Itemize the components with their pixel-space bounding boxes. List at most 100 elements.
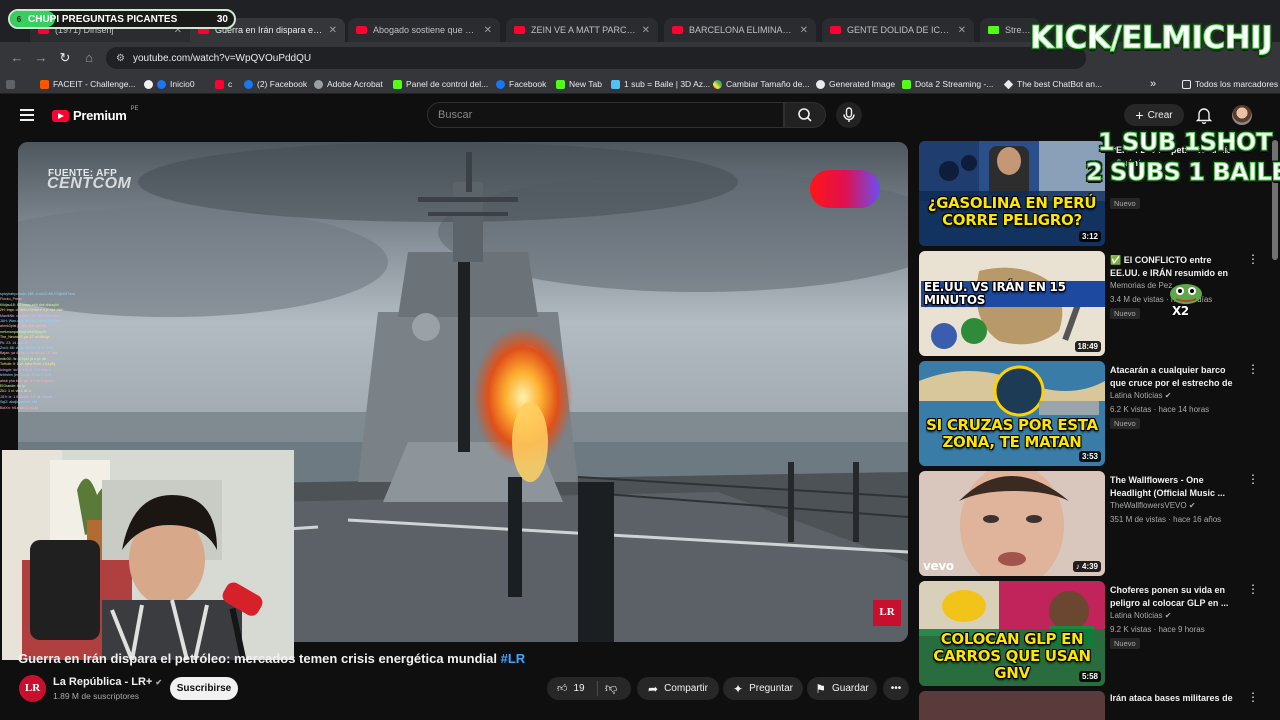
ask-button[interactable]: ✦ Preguntar <box>723 677 803 700</box>
recommended-video[interactable]: SI CRUZAS POR ESTA ZONA, TE MATAN 3:53 A… <box>919 361 1264 467</box>
video-title[interactable]: Atacarán a cualquier barco que cruce por… <box>1110 364 1240 391</box>
pepe-emote-icon <box>1170 284 1202 304</box>
close-tab-icon[interactable]: ✕ <box>642 25 650 36</box>
close-tab-icon[interactable]: ✕ <box>329 25 337 36</box>
notifications-bell-icon[interactable] <box>1195 106 1213 124</box>
url-text: youtube.com/watch?v=WpQVOuPddQU <box>132 52 312 64</box>
all-bookmarks-folder[interactable]: Todos los marcadores <box>1182 77 1278 91</box>
channel-name[interactable]: Latina Noticias ✔ <box>1110 611 1171 620</box>
home-icon[interactable]: ⌂ <box>80 49 98 67</box>
like-button[interactable]: 👍︎ 19 <box>557 677 585 700</box>
forward-icon[interactable]: → <box>32 49 50 67</box>
bookmark-item[interactable]: Adobe Acrobat <box>314 77 383 91</box>
video-thumbnail[interactable]: EE.UU. VS IRÁN EN 15 MINUTOS 18:49 <box>919 251 1105 356</box>
dislike-button[interactable]: 👎︎ <box>605 677 617 700</box>
like-dislike-group: 👍︎ 19 👎︎ <box>547 677 631 700</box>
more-options-icon[interactable]: ⋮ <box>1247 363 1259 375</box>
create-button[interactable]: + Crear <box>1124 104 1184 126</box>
video-title[interactable]: ✅ El CONFLICTO entre EE.UU. e IRÁN resum… <box>1110 254 1240 281</box>
avatar[interactable] <box>1232 105 1252 125</box>
site-info-icon[interactable]: ⚙ <box>116 53 125 64</box>
close-tab-icon[interactable]: ✕ <box>484 25 492 36</box>
search-input[interactable]: Buscar <box>427 102 784 128</box>
hamburger-menu-icon[interactable] <box>20 109 34 121</box>
thumbnail-text: ¿GASOLINA EN PERÚ CORRE PELIGRO? <box>927 194 1097 229</box>
video-thumbnail[interactable]: COLOCAN GLP EN CARROS QUE USAN GNV 5:58 <box>919 581 1105 686</box>
bookmark-label: New Tab <box>569 79 602 89</box>
bookmark-label: Facebook <box>509 79 547 89</box>
browser-tab[interactable]: Abogado sostiene que expresión ✕ <box>348 18 500 42</box>
bookmark-item[interactable]: Generated Image <box>816 77 895 91</box>
browser-tab[interactable]: GENTE DOLIDA DE ICE POSEÍDA ✕ <box>822 18 974 42</box>
bookmark-item[interactable]: The best ChatBot an... <box>1003 77 1102 91</box>
bookmark-item[interactable]: Facebook <box>496 77 546 91</box>
recommended-video[interactable]: ¿GASOLINA EN PERÚ CORRE PELIGRO? 3:12 PE… <box>919 141 1264 247</box>
kick-icon <box>988 26 999 34</box>
channel-name[interactable]: Memorias de Pez <box>1110 281 1172 290</box>
search-button[interactable] <box>784 102 826 128</box>
channel-name[interactable]: Latina Noticias ✔ <box>1110 391 1171 400</box>
url-bar[interactable]: ⚙ youtube.com/watch?v=WpQVOuPddQU <box>106 47 1086 69</box>
verified-icon: ✔ <box>155 678 163 687</box>
create-label: Crear <box>1147 109 1173 121</box>
recommended-video[interactable]: Irán ataca bases militares de ⋮ <box>919 691 1264 720</box>
recommended-video[interactable]: COLOCAN GLP EN CARROS QUE USAN GNV 5:58 … <box>919 581 1264 687</box>
new-badge: Nuevo <box>1110 308 1140 319</box>
browser-tab[interactable]: ZEIN VE A MATT PARCHANDO ✕ <box>506 18 658 42</box>
bookmark-item[interactable]: (2) Facebook <box>244 77 307 91</box>
recommended-video[interactable]: EE.UU. VS IRÁN EN 15 MINUTOS 18:49 ✅ El … <box>919 251 1264 357</box>
bookmark-item[interactable]: New Tab <box>556 77 602 91</box>
browser-tab[interactable]: BARCELONA ELIMINADO CON ✕ <box>664 18 816 42</box>
bookmark-item[interactable]: c <box>215 77 232 91</box>
bookmark-item[interactable]: 1 sub = Baile | 3D Az... <box>611 77 710 91</box>
bookmarks-bar: FACEIT - Challenge... Inicio0 c (2) Face… <box>0 74 1280 94</box>
more-options-icon[interactable]: ⋮ <box>1247 473 1259 485</box>
channel-name-text: La República - LR+ <box>53 676 153 688</box>
verified-icon: ✔ <box>1164 611 1172 620</box>
more-options-icon[interactable]: ⋮ <box>1247 691 1259 703</box>
bookmark-label: c <box>228 79 233 89</box>
emote-count: X2 <box>1172 304 1189 318</box>
reload-icon[interactable]: ↻ <box>56 49 74 67</box>
streamer-webcam-image <box>2 450 294 660</box>
back-icon[interactable]: ← <box>8 49 26 67</box>
bookmark-icon: ⚑ <box>815 681 827 696</box>
channel-name-text: TheWallflowersVEVO <box>1110 501 1187 510</box>
recommended-video[interactable]: vevo ♪ 4:39 The Wallflowers - One Headli… <box>919 471 1264 577</box>
video-meta: 351 M de vistas · hace 16 años <box>1110 515 1222 524</box>
bookmark-item[interactable]: FACEIT - Challenge... <box>40 77 136 91</box>
bookmarks-apps-icon[interactable] <box>6 77 15 91</box>
more-bookmarks-icon[interactable]: » <box>1150 77 1156 91</box>
video-title[interactable]: The Wallflowers - One Headlight (Officia… <box>1110 474 1240 500</box>
thumbnail-text: COLOCAN GLP EN CARROS QUE USAN GNV <box>933 630 1091 682</box>
more-actions-button[interactable]: ••• <box>883 677 909 700</box>
save-button[interactable]: ⚑ Guardar <box>807 677 877 700</box>
verified-icon: ✔ <box>1188 501 1196 510</box>
video-title[interactable]: Choferes ponen su vida en peligro al col… <box>1110 584 1240 610</box>
video-meta: 6.2 K vistas · hace 14 horas <box>1110 405 1210 414</box>
video-thumbnail[interactable]: vevo ♪ 4:39 <box>919 471 1105 576</box>
share-button[interactable]: ➦ Compartir <box>637 677 719 700</box>
video-thumbnail[interactable] <box>919 691 1105 720</box>
webcam-overlay <box>2 450 294 660</box>
video-hashtag-link[interactable]: #LR <box>501 651 526 666</box>
video-duration: 3:53 <box>1078 451 1101 462</box>
more-options-icon[interactable]: ⋮ <box>1247 583 1259 595</box>
channel-name[interactable]: TheWallflowersVEVO ✔ <box>1110 501 1196 510</box>
bookmark-item[interactable]: Cambiar Tamaño de... <box>713 77 809 91</box>
close-tab-icon[interactable]: ✕ <box>800 25 808 36</box>
video-thumbnail[interactable]: ¿GASOLINA EN PERÚ CORRE PELIGRO? 3:12 <box>919 141 1105 246</box>
bookmark-item[interactable]: Panel de control del... <box>393 77 488 91</box>
close-tab-icon[interactable]: ✕ <box>958 25 966 36</box>
bookmark-item[interactable]: Inicio0 <box>144 77 195 91</box>
more-options-icon[interactable]: ⋮ <box>1247 253 1259 265</box>
voice-search-button[interactable] <box>836 102 862 128</box>
subscribe-button[interactable]: Suscribirse <box>170 677 238 700</box>
bookmark-item[interactable]: Dota 2 Streaming -... <box>902 77 993 91</box>
video-duration: 18:49 <box>1074 341 1101 352</box>
youtube-premium-logo[interactable]: Premium PE <box>52 106 139 123</box>
channel-avatar[interactable]: LR <box>19 675 46 702</box>
video-title[interactable]: Irán ataca bases militares de <box>1110 692 1240 705</box>
video-thumbnail[interactable]: SI CRUZAS POR ESTA ZONA, TE MATAN 3:53 <box>919 361 1105 466</box>
channel-name[interactable]: La República - LR+ ✔ <box>53 676 162 688</box>
